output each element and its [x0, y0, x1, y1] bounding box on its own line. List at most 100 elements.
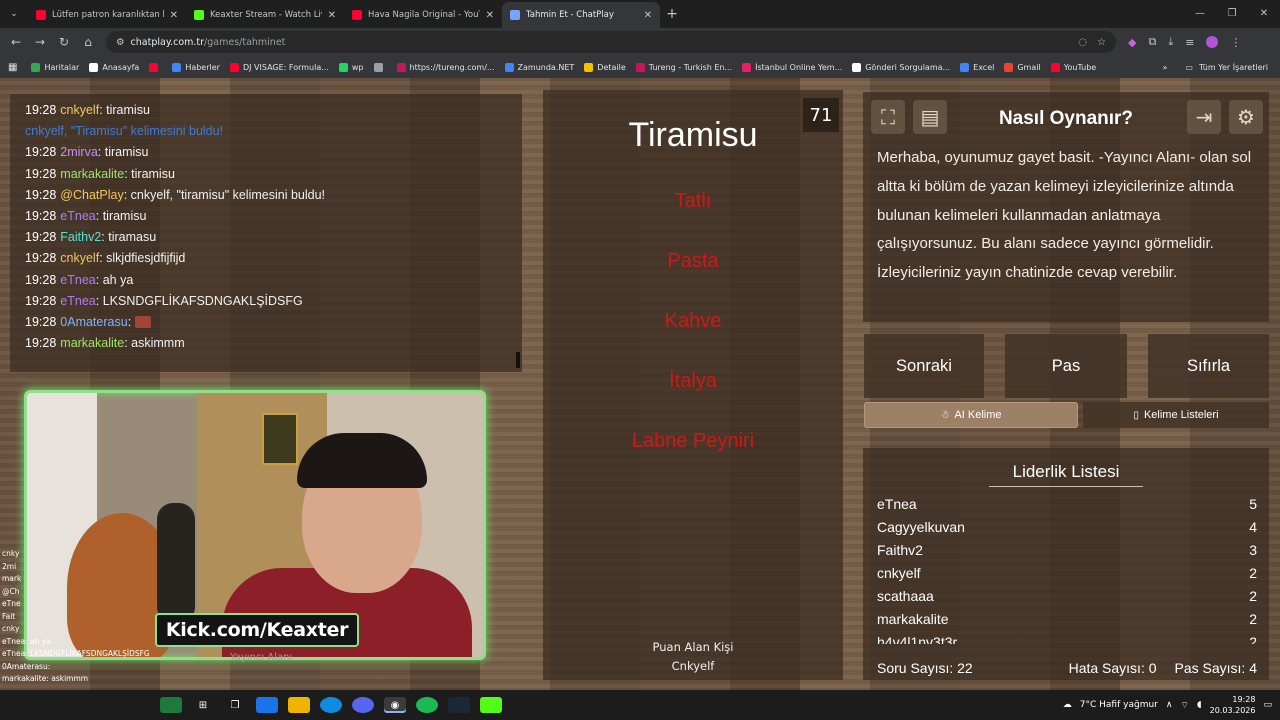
- bookmark-item[interactable]: Tureng - Turkish En...: [635, 62, 732, 72]
- tab-close-icon[interactable]: ✕: [486, 10, 494, 21]
- chat-message: 19:28 0Amaterasu:: [25, 312, 522, 333]
- reload-icon[interactable]: ↻: [52, 35, 76, 49]
- tab-search-icon[interactable]: ⌄: [0, 0, 28, 28]
- bookmark-item[interactable]: Gmail: [1004, 62, 1041, 72]
- bookmark-item[interactable]: Gönderi Sorgulama...: [852, 62, 951, 72]
- media-icon[interactable]: ≡: [1185, 36, 1194, 49]
- bookmark-item[interactable]: Haritalar: [31, 62, 79, 72]
- browser-tab[interactable]: Lütfen patron karanlıktan korku ✕: [28, 2, 186, 28]
- browser-tab[interactable]: Hava Nagila Original - YouTube ✕: [344, 2, 502, 28]
- clock[interactable]: 19:28 20.03.2026: [1210, 694, 1256, 716]
- forward-icon[interactable]: →: [28, 35, 52, 49]
- notification-icon[interactable]: ▭: [1263, 700, 1272, 710]
- next-button[interactable]: Sonraki: [864, 334, 984, 398]
- bookmark-item[interactable]: wp: [338, 62, 364, 72]
- leaderboard-row: h4v4l1nv3t3r 2: [877, 634, 1257, 644]
- profile-avatar[interactable]: [1206, 36, 1219, 48]
- bookmark-label: Zamunda.NET: [517, 62, 575, 72]
- message-text: LKSNDGFLİKAFSDNGAKLŞİDSFG: [102, 293, 303, 308]
- bookmark-item[interactable]: [373, 62, 387, 72]
- bookmark-label: Gönderi Sorgulama...: [865, 62, 951, 72]
- pass-button[interactable]: Pas: [1005, 334, 1127, 398]
- copilot-icon[interactable]: [256, 697, 278, 713]
- tab-favicon-icon: [194, 10, 204, 20]
- home-icon[interactable]: ⌂: [76, 35, 100, 49]
- chat-scrollbar[interactable]: [516, 352, 520, 368]
- settings-gear-icon[interactable]: ⚙: [1229, 100, 1263, 134]
- eye-off-icon[interactable]: ◌: [1078, 37, 1087, 48]
- widget-icon[interactable]: [160, 697, 182, 713]
- file-explorer-icon[interactable]: [288, 697, 310, 713]
- extensions-puzzle-icon[interactable]: ⧉: [1148, 35, 1156, 49]
- message-username[interactable]: eTnea: [60, 273, 95, 287]
- message-username[interactable]: markakalite: [60, 167, 124, 181]
- kick-icon[interactable]: [480, 697, 502, 713]
- system-message-text: cnkyelf, "Tiramisu" kelimesini buldu!: [25, 124, 224, 139]
- download-icon[interactable]: ⤓: [1168, 35, 1173, 49]
- logout-icon[interactable]: ⇥: [1187, 100, 1221, 134]
- discord-icon[interactable]: [352, 697, 374, 713]
- bookmark-item[interactable]: Haberler: [172, 62, 220, 72]
- more-bookmarks-icon[interactable]: »: [1163, 63, 1168, 72]
- back-icon[interactable]: ←: [4, 35, 28, 49]
- error-count: Hata Sayısı: 0: [1068, 660, 1157, 676]
- extension-icon[interactable]: ◆: [1128, 36, 1136, 49]
- address-bar[interactable]: ⚙ chatplay.com.tr/games/tahminet ◌ ☆: [106, 31, 1116, 53]
- tray-overflow-icon[interactable]: ∧: [1166, 700, 1173, 710]
- volume-icon[interactable]: ◖: [1197, 700, 1202, 710]
- message-username[interactable]: 0Amaterasu: [60, 315, 127, 329]
- weather-text[interactable]: 7°C Hafif yağmur: [1080, 700, 1158, 710]
- bookmark-favicon-icon: [229, 62, 239, 72]
- apps-icon[interactable]: ▦: [8, 62, 17, 73]
- tab-close-icon[interactable]: ✕: [328, 10, 336, 21]
- steam-icon[interactable]: [448, 697, 470, 713]
- site-info-icon[interactable]: ⚙: [116, 37, 125, 48]
- network-icon[interactable]: ⌔: [1180, 700, 1188, 711]
- tab-close-icon[interactable]: ✕: [644, 10, 652, 21]
- all-bookmarks-link[interactable]: Tüm Yer İşaretleri: [1199, 63, 1268, 72]
- word-lists-button[interactable]: ▯ Kelime Listeleri: [1083, 402, 1269, 428]
- message-separator: :: [127, 315, 135, 330]
- reset-button[interactable]: Sıfırla: [1148, 334, 1269, 398]
- browser-tab[interactable]: Keaxter Stream - Watch Live on ✕: [186, 2, 344, 28]
- bookmark-label: Excel: [973, 62, 995, 72]
- bookmark-item[interactable]: [149, 62, 162, 72]
- leader-score: 3: [1249, 542, 1257, 558]
- edge-icon[interactable]: [320, 697, 342, 713]
- bookmark-item[interactable]: YouTube: [1050, 62, 1096, 72]
- webcam-poster: [262, 413, 298, 465]
- close-window-icon[interactable]: ✕: [1248, 0, 1280, 28]
- bookmark-item[interactable]: Anasayfa: [89, 62, 139, 72]
- menu-icon[interactable]: ⋮: [1230, 36, 1241, 49]
- message-username[interactable]: markakalite: [60, 336, 124, 350]
- maximize-icon[interactable]: ❐: [1216, 0, 1248, 28]
- message-username[interactable]: @ChatPlay: [60, 188, 123, 202]
- folder-icon[interactable]: ▭: [1185, 63, 1193, 72]
- minimize-icon[interactable]: —: [1184, 0, 1216, 28]
- task-view-icon[interactable]: ❐: [224, 697, 246, 713]
- bookmark-item[interactable]: Zamunda.NET: [504, 62, 575, 72]
- message-username[interactable]: cnkyelf: [60, 251, 99, 265]
- overlay-chat-line: mark: [2, 574, 22, 583]
- browser-tab[interactable]: Tahmin Et - ChatPlay ✕: [502, 2, 660, 28]
- leader-name: scathaaa: [877, 588, 934, 604]
- tab-close-icon[interactable]: ✕: [170, 10, 178, 21]
- message-username[interactable]: Faithv2: [60, 230, 101, 244]
- message-username[interactable]: eTnea: [60, 294, 95, 308]
- chrome-icon[interactable]: ◉: [384, 697, 406, 713]
- new-tab-icon[interactable]: +: [660, 6, 684, 22]
- start-icon[interactable]: ⊞: [192, 697, 214, 713]
- message-username[interactable]: cnkyelf: [60, 103, 99, 117]
- bookmark-item[interactable]: Detaile: [584, 62, 626, 72]
- message-username[interactable]: 2mirva: [60, 145, 98, 159]
- bookmark-item[interactable]: İstanbul Online Yem...: [742, 62, 842, 72]
- chat-message: 19:28 markakalite: tiramisu: [25, 164, 522, 185]
- bookmark-star-icon[interactable]: ☆: [1097, 37, 1106, 48]
- tab-strip: ⌄ Lütfen patron karanlıktan korku✕Keaxte…: [0, 0, 1280, 28]
- bookmark-item[interactable]: Excel: [960, 62, 995, 72]
- bookmark-item[interactable]: DJ VISAGE: Formula...: [229, 62, 329, 72]
- message-username[interactable]: eTnea: [60, 209, 95, 223]
- bookmark-item[interactable]: https://tureng.com/...: [396, 62, 495, 72]
- ai-words-button[interactable]: ☃ AI Kelime: [864, 402, 1078, 428]
- spotify-icon[interactable]: [416, 697, 438, 713]
